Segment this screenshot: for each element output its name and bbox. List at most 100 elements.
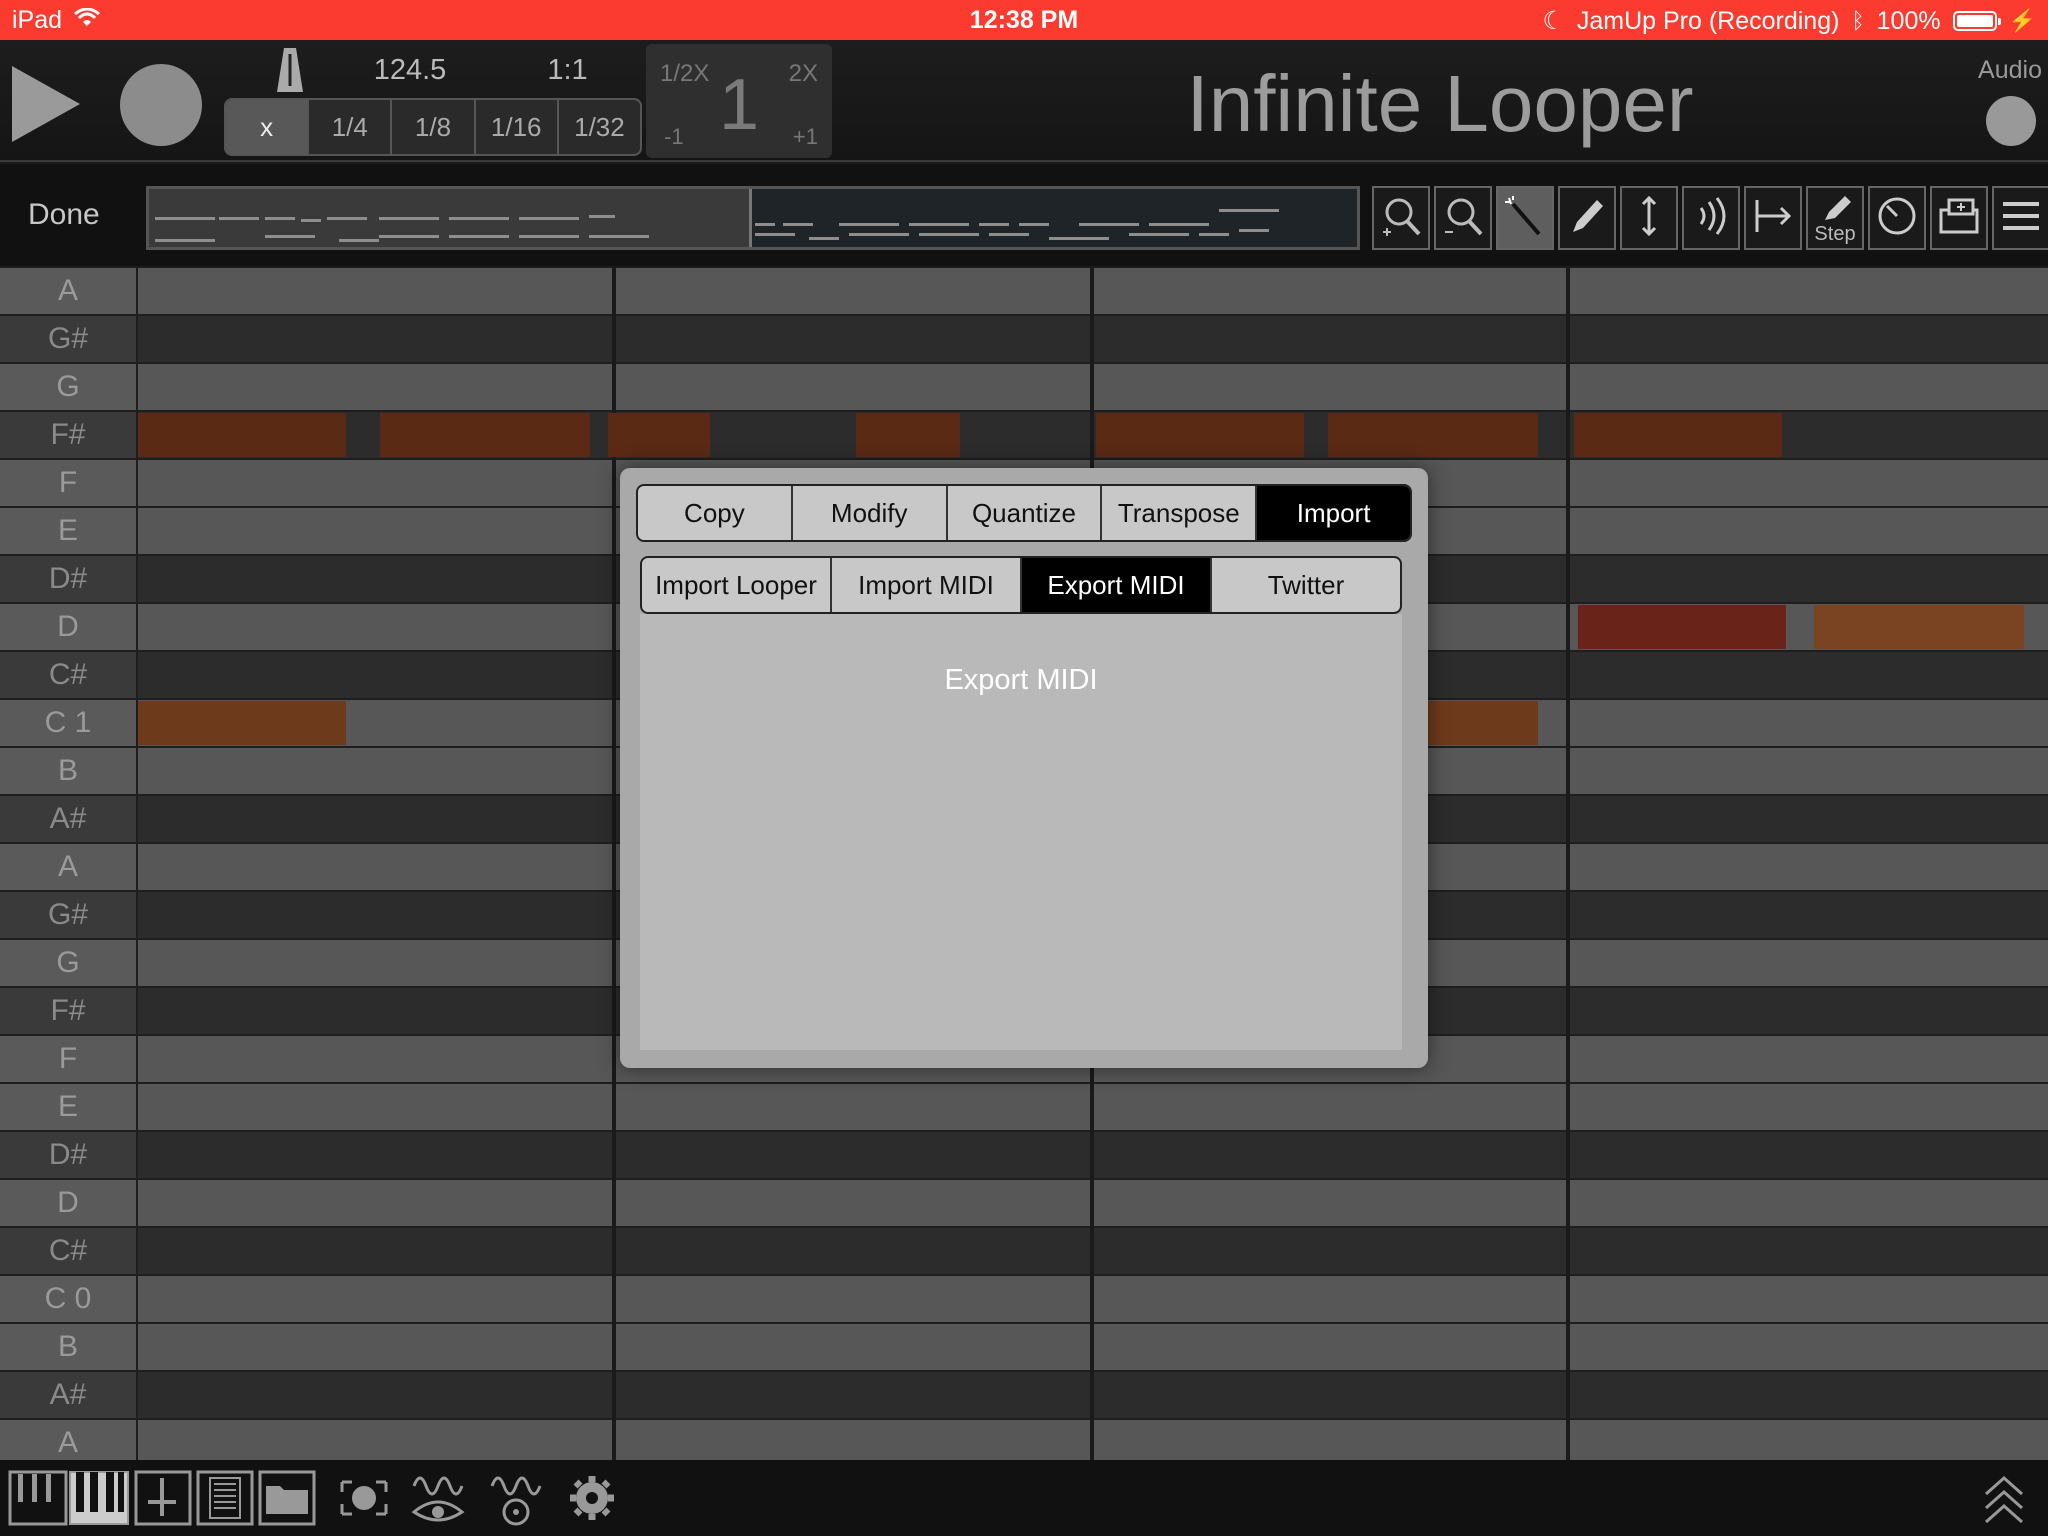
midi-note[interactable] xyxy=(1328,413,1538,457)
overview-note xyxy=(301,219,321,222)
midi-note[interactable] xyxy=(608,413,710,457)
tab-copy[interactable]: Copy xyxy=(638,486,793,540)
piano-key[interactable]: E xyxy=(0,1084,136,1130)
piano-key[interactable]: A xyxy=(0,844,136,890)
overview-note xyxy=(339,239,379,242)
tab-transpose[interactable]: Transpose xyxy=(1102,486,1258,540)
capture-icon[interactable] xyxy=(334,1468,394,1528)
piano-key[interactable]: E xyxy=(0,508,136,554)
piano-keyboard: A G# G F# F E D# D C# C 1 B A# A G# G F# F E D# D C# C 0 B A# A xyxy=(0,268,136,1466)
magic-wand-tool[interactable] xyxy=(1496,186,1554,250)
quantize-option[interactable]: x xyxy=(226,100,310,154)
pencil-tool[interactable] xyxy=(1558,186,1616,250)
piano-key[interactable]: F xyxy=(0,1036,136,1082)
metronome-icon[interactable] xyxy=(275,46,305,94)
piano-key[interactable]: F# xyxy=(0,412,136,458)
subtab-export-midi[interactable]: Export MIDI xyxy=(1022,558,1212,612)
tempo-display[interactable]: 124.5 xyxy=(340,54,480,87)
midi-note[interactable] xyxy=(856,413,960,457)
tab-modify[interactable]: Modify xyxy=(793,486,948,540)
piano-key[interactable]: C 0 xyxy=(0,1276,136,1322)
quantize-option[interactable]: 1/4 xyxy=(309,100,393,154)
overview-note xyxy=(783,223,813,226)
subtab-import-looper[interactable]: Import Looper xyxy=(642,558,832,612)
record-button[interactable] xyxy=(120,64,202,146)
menu-icon xyxy=(1999,194,2043,243)
knob-tool[interactable] xyxy=(1868,186,1926,250)
subtab-import-midi[interactable]: Import MIDI xyxy=(832,558,1022,612)
play-button[interactable] xyxy=(12,66,80,142)
joystick-wave-icon[interactable] xyxy=(488,1468,544,1528)
piano-key[interactable]: D xyxy=(0,1180,136,1226)
piano-key[interactable]: A# xyxy=(0,796,136,842)
midi-note[interactable] xyxy=(1428,701,1538,745)
zoom-in-tool[interactable] xyxy=(1372,186,1430,250)
battery-percent: 100% xyxy=(1876,6,1941,35)
app-root: iPad 12:38 PM ☾ JamUp Pro (Recording) ᛒ … xyxy=(0,0,2048,1536)
piano-key[interactable]: G xyxy=(0,364,136,410)
midi-note[interactable] xyxy=(1578,605,1786,649)
overview-note xyxy=(449,217,509,220)
audio-toggle[interactable] xyxy=(1986,96,2036,146)
overview-note xyxy=(155,217,215,220)
zoom-out-tool[interactable] xyxy=(1434,186,1492,250)
export-midi-title: Export MIDI xyxy=(944,664,1098,696)
add-window-tool[interactable] xyxy=(1930,186,1988,250)
overview-note xyxy=(989,233,1029,236)
eye-wave-icon[interactable] xyxy=(410,1468,466,1528)
quantize-option[interactable]: 1/32 xyxy=(559,100,640,154)
piano-key[interactable]: C# xyxy=(0,652,136,698)
chevron-up-icon[interactable] xyxy=(1980,1468,2028,1528)
quantize-option[interactable]: 1/8 xyxy=(392,100,476,154)
piano-key[interactable]: G# xyxy=(0,316,136,362)
piano-key[interactable]: G xyxy=(0,940,136,986)
midi-note[interactable] xyxy=(1096,413,1304,457)
mixer-icon[interactable] xyxy=(134,1468,192,1528)
keyboard-icon[interactable] xyxy=(68,1468,130,1528)
tab-quantize[interactable]: Quantize xyxy=(948,486,1103,540)
done-button[interactable]: Done xyxy=(28,198,100,232)
subtab-twitter[interactable]: Twitter xyxy=(1212,558,1400,612)
gear-icon[interactable] xyxy=(566,1468,618,1528)
piano-key[interactable]: D xyxy=(0,604,136,650)
piano-keys-icon[interactable] xyxy=(8,1468,68,1528)
midi-note[interactable] xyxy=(1574,413,1782,457)
tab-import[interactable]: Import xyxy=(1257,486,1410,540)
piano-key[interactable]: D# xyxy=(0,556,136,602)
speed-minus[interactable]: -1 xyxy=(664,124,684,150)
piano-key[interactable]: G# xyxy=(0,892,136,938)
piano-key[interactable]: B xyxy=(0,1324,136,1370)
piano-key[interactable]: B xyxy=(0,748,136,794)
popover-content: Export MIDI xyxy=(640,614,1402,1050)
folder-icon[interactable] xyxy=(258,1468,316,1528)
length-arrow-tool[interactable] xyxy=(1744,186,1802,250)
piano-key[interactable]: A xyxy=(0,268,136,314)
overview-note xyxy=(809,237,839,240)
loop-overview[interactable] xyxy=(146,186,1360,250)
position-display[interactable]: 1:1 xyxy=(520,54,615,87)
speed-plus[interactable]: +1 xyxy=(793,124,818,150)
piano-key[interactable]: C# xyxy=(0,1228,136,1274)
quantize-option[interactable]: 1/16 xyxy=(476,100,559,154)
piano-key[interactable]: F xyxy=(0,460,136,506)
midi-note[interactable] xyxy=(1814,605,2024,649)
piano-key[interactable]: A# xyxy=(0,1372,136,1418)
transport-toolbar: 124.5 1:1 x 1/4 1/8 1/16 1/32 1/2X 2X 1 -1 +… xyxy=(0,40,2048,162)
overview-note xyxy=(1219,209,1279,212)
piano-key[interactable]: D# xyxy=(0,1132,136,1178)
audio-label: Audio xyxy=(1978,56,2042,84)
charging-icon: ⚡ xyxy=(2008,8,2036,33)
step-pencil-tool[interactable]: Step xyxy=(1806,186,1864,250)
overview-note xyxy=(327,217,367,220)
midi-note[interactable] xyxy=(138,701,346,745)
overview-note xyxy=(155,239,215,242)
list-icon[interactable] xyxy=(196,1468,254,1528)
vertical-arrows-tool[interactable] xyxy=(1620,186,1678,250)
menu-tool[interactable] xyxy=(1992,186,2048,250)
piano-key[interactable]: F# xyxy=(0,988,136,1034)
midi-note[interactable] xyxy=(380,413,590,457)
velocity-tool[interactable] xyxy=(1682,186,1740,250)
piano-key[interactable]: C 1 xyxy=(0,700,136,746)
speed-control[interactable]: 1/2X 2X 1 -1 +1 xyxy=(646,44,832,158)
midi-note[interactable] xyxy=(138,413,346,457)
